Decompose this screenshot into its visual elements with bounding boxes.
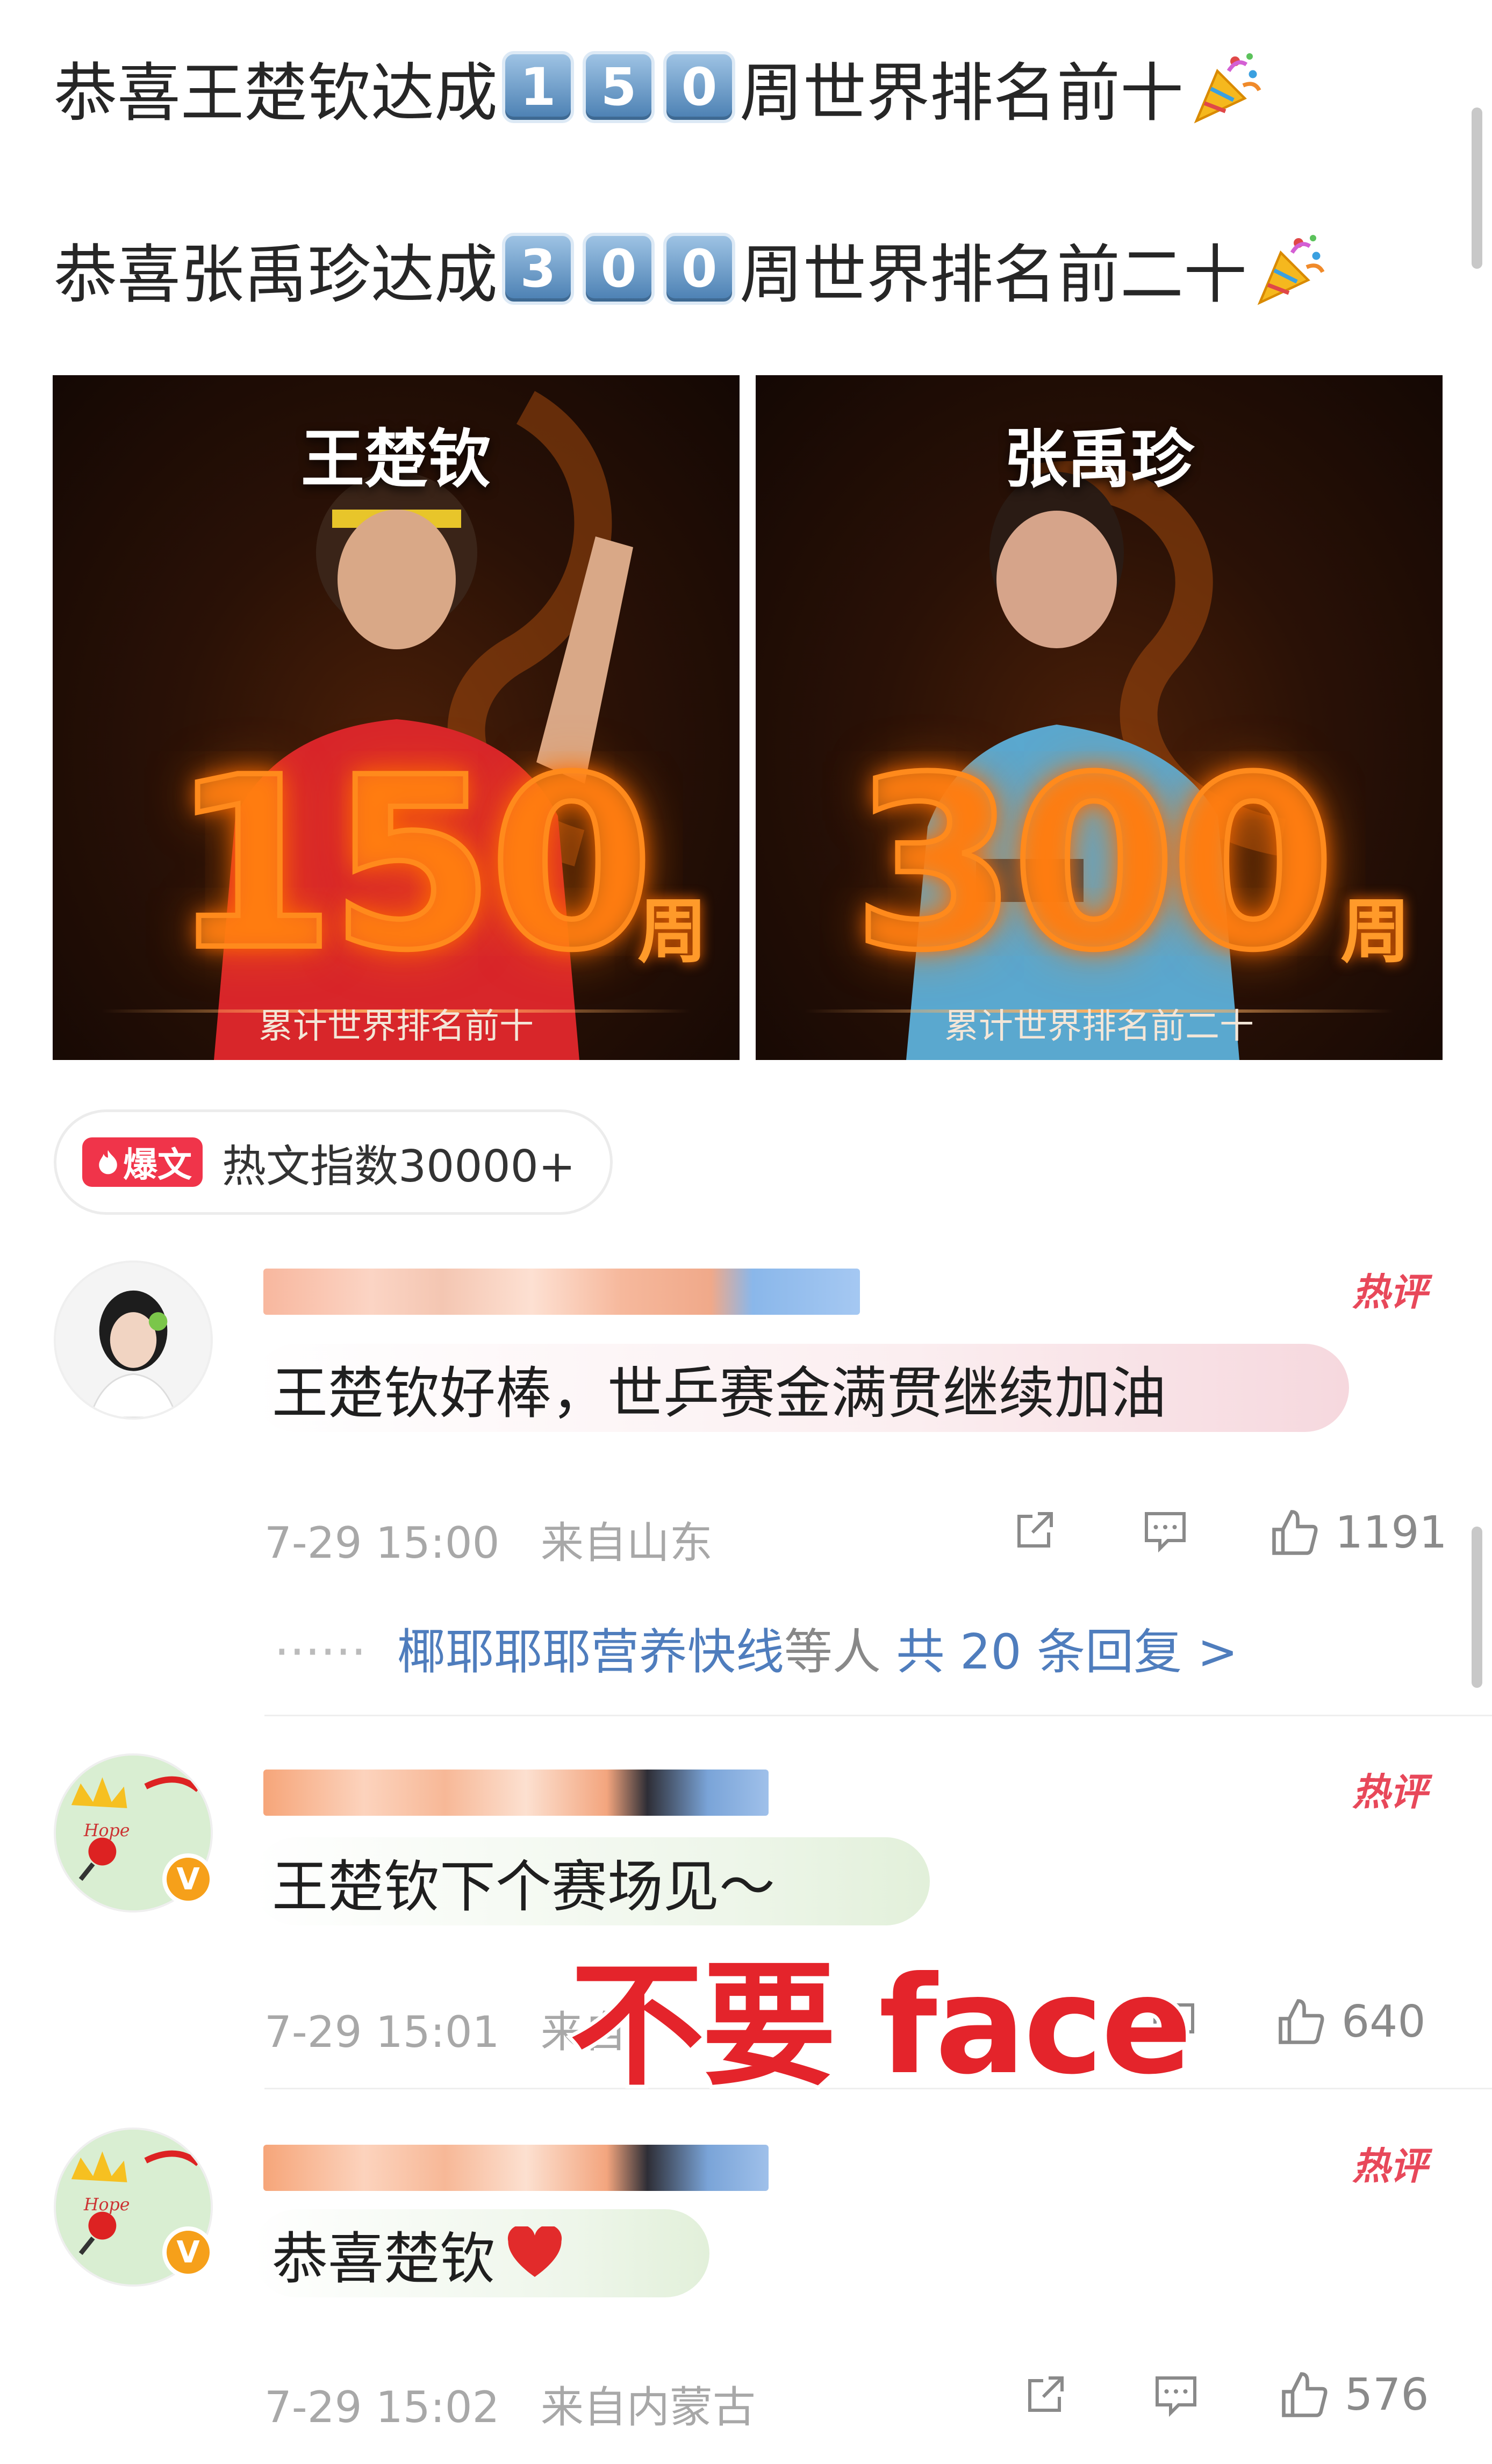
avatar[interactable] bbox=[54, 1260, 213, 1420]
reply-user-link[interactable]: 椰耶耶耶营养快线 bbox=[397, 1624, 784, 1680]
digit-keycap: 5 bbox=[583, 51, 655, 123]
scrollbar[interactable] bbox=[1472, 108, 1482, 269]
digit-keycap: 0 bbox=[663, 233, 736, 305]
reply-summary[interactable]: ······ 椰耶耶耶营养快线等人 共 20 条回复 > bbox=[274, 1613, 1238, 1682]
svg-text:Hope: Hope bbox=[83, 1821, 130, 1840]
reply-button[interactable] bbox=[1149, 2367, 1203, 2421]
post-line-2-prefix: 恭喜张禹珍达成 bbox=[54, 237, 498, 312]
reply-mid-text: 等人 bbox=[784, 1624, 881, 1680]
like-button[interactable]: 1191 bbox=[1265, 1503, 1447, 1562]
digit-keycap: 0 bbox=[583, 233, 655, 305]
hot-comment-label: 热评 bbox=[1352, 2144, 1428, 2188]
comment-location: 来自内蒙古 bbox=[540, 2382, 756, 2432]
comment-time: 7-29 15:02 bbox=[264, 2382, 500, 2432]
promo-week-count: 300 bbox=[850, 727, 1338, 1002]
share-icon bbox=[1028, 2376, 1064, 2412]
like-button[interactable]: 576 bbox=[1275, 2365, 1429, 2424]
post-line-2: 恭喜张禹珍达成 3 0 0 周世界排名前二十 bbox=[54, 220, 1331, 317]
post-line-2-suffix: 周世界排名前二十 bbox=[740, 237, 1247, 312]
verified-badge-icon: V bbox=[162, 1853, 214, 1905]
promo-athlete-name: 王楚钦 bbox=[300, 422, 491, 496]
hot-index-text: 热文指数30000+ bbox=[222, 1141, 576, 1192]
thumbs-up-icon bbox=[1272, 1510, 1318, 1555]
thumbs-up-icon bbox=[1282, 2372, 1328, 2417]
party-popper-icon bbox=[1194, 53, 1261, 124]
comment-text: 恭喜楚钦 bbox=[272, 2225, 496, 2291]
comment-location: 来自山东 bbox=[540, 1518, 713, 1568]
reply-button[interactable] bbox=[1138, 1503, 1192, 1557]
digit-keycap: 0 bbox=[663, 51, 736, 123]
scrollbar[interactable] bbox=[1472, 1527, 1482, 1688]
promo-athlete-name: 张禹珍 bbox=[1003, 422, 1194, 496]
heart-icon bbox=[507, 2226, 562, 2277]
comment-text: 王楚钦下个赛场见～ bbox=[272, 1853, 776, 1919]
post-line-1-prefix: 恭喜王楚钦达成 bbox=[54, 55, 498, 130]
promo-image-wang[interactable]: 王楚钦 150 周 累计世界排名前十 bbox=[53, 375, 740, 1060]
promo-caption: 累计世界排名前二十 bbox=[944, 1007, 1254, 1047]
hot-tag-label: 爆文 bbox=[123, 1145, 192, 1185]
comment-bubble: 王楚钦好棒，世乒赛金满贯继续加油 bbox=[253, 1344, 1349, 1432]
share-button[interactable] bbox=[1008, 1503, 1062, 1557]
comment-meta: 7-29 15:00 来自山东 bbox=[264, 1508, 713, 1571]
ellipsis-icon: ······ bbox=[274, 1624, 397, 1680]
comment-time: 7-29 15:01 bbox=[264, 2007, 500, 2057]
comment-icon bbox=[1156, 2376, 1196, 2417]
svg-text:Hope: Hope bbox=[83, 2195, 130, 2215]
promo-week-unit: 周 bbox=[637, 891, 707, 972]
comment-meta: 7-29 15:02 来自内蒙古 bbox=[264, 2373, 756, 2435]
promo-week-unit: 周 bbox=[1340, 891, 1410, 972]
like-button[interactable]: 640 bbox=[1272, 1992, 1426, 2051]
overlay-watermark-text: 不要 face bbox=[566, 1944, 1196, 2108]
like-count: 1191 bbox=[1335, 1507, 1447, 1558]
username-censored[interactable] bbox=[263, 1269, 860, 1315]
username-censored[interactable] bbox=[263, 1770, 769, 1816]
verified-badge-icon: V bbox=[162, 2226, 214, 2278]
hot-tag: 爆文 bbox=[82, 1137, 203, 1187]
divider bbox=[264, 1715, 1492, 1716]
comment-time: 7-29 15:00 bbox=[264, 1518, 500, 1568]
promo-image-zhang[interactable]: 张禹珍 300 周 累计世界排名前二十 bbox=[756, 375, 1443, 1060]
like-count: 640 bbox=[1342, 1996, 1426, 2047]
thumbs-up-icon bbox=[1279, 1999, 1324, 2044]
hot-comment-label: 热评 bbox=[1352, 1770, 1428, 1814]
digit-keycap: 3 bbox=[502, 233, 575, 305]
promo-week-count: 150 bbox=[168, 727, 656, 1002]
avatar-image bbox=[56, 1263, 211, 1417]
like-count: 576 bbox=[1345, 2369, 1429, 2420]
comment-bubble: 王楚钦下个赛场见～ bbox=[253, 1837, 930, 1925]
comment-bubble: 恭喜楚钦 bbox=[253, 2209, 709, 2297]
comment-text: 王楚钦好棒，世乒赛金满贯继续加油 bbox=[272, 1360, 1167, 1426]
hot-comment-label: 热评 bbox=[1352, 1270, 1428, 1314]
flame-icon bbox=[99, 1150, 117, 1174]
share-icon bbox=[1017, 1512, 1053, 1548]
digit-keycap: 1 bbox=[502, 51, 575, 123]
hot-article-badge[interactable]: 爆文 热文指数30000+ bbox=[54, 1109, 613, 1215]
username-censored[interactable] bbox=[263, 2145, 769, 2191]
promo-caption: 累计世界排名前十 bbox=[259, 1007, 534, 1047]
share-button[interactable] bbox=[1019, 2367, 1073, 2421]
party-popper-icon bbox=[1257, 235, 1325, 305]
post-line-1-suffix: 周世界排名前十 bbox=[740, 55, 1184, 130]
view-replies-link[interactable]: 共 20 条回复 > bbox=[896, 1624, 1238, 1680]
comment-icon bbox=[1145, 1512, 1186, 1553]
post-line-1: 恭喜王楚钦达成 1 5 0 周世界排名前十 bbox=[54, 39, 1267, 135]
